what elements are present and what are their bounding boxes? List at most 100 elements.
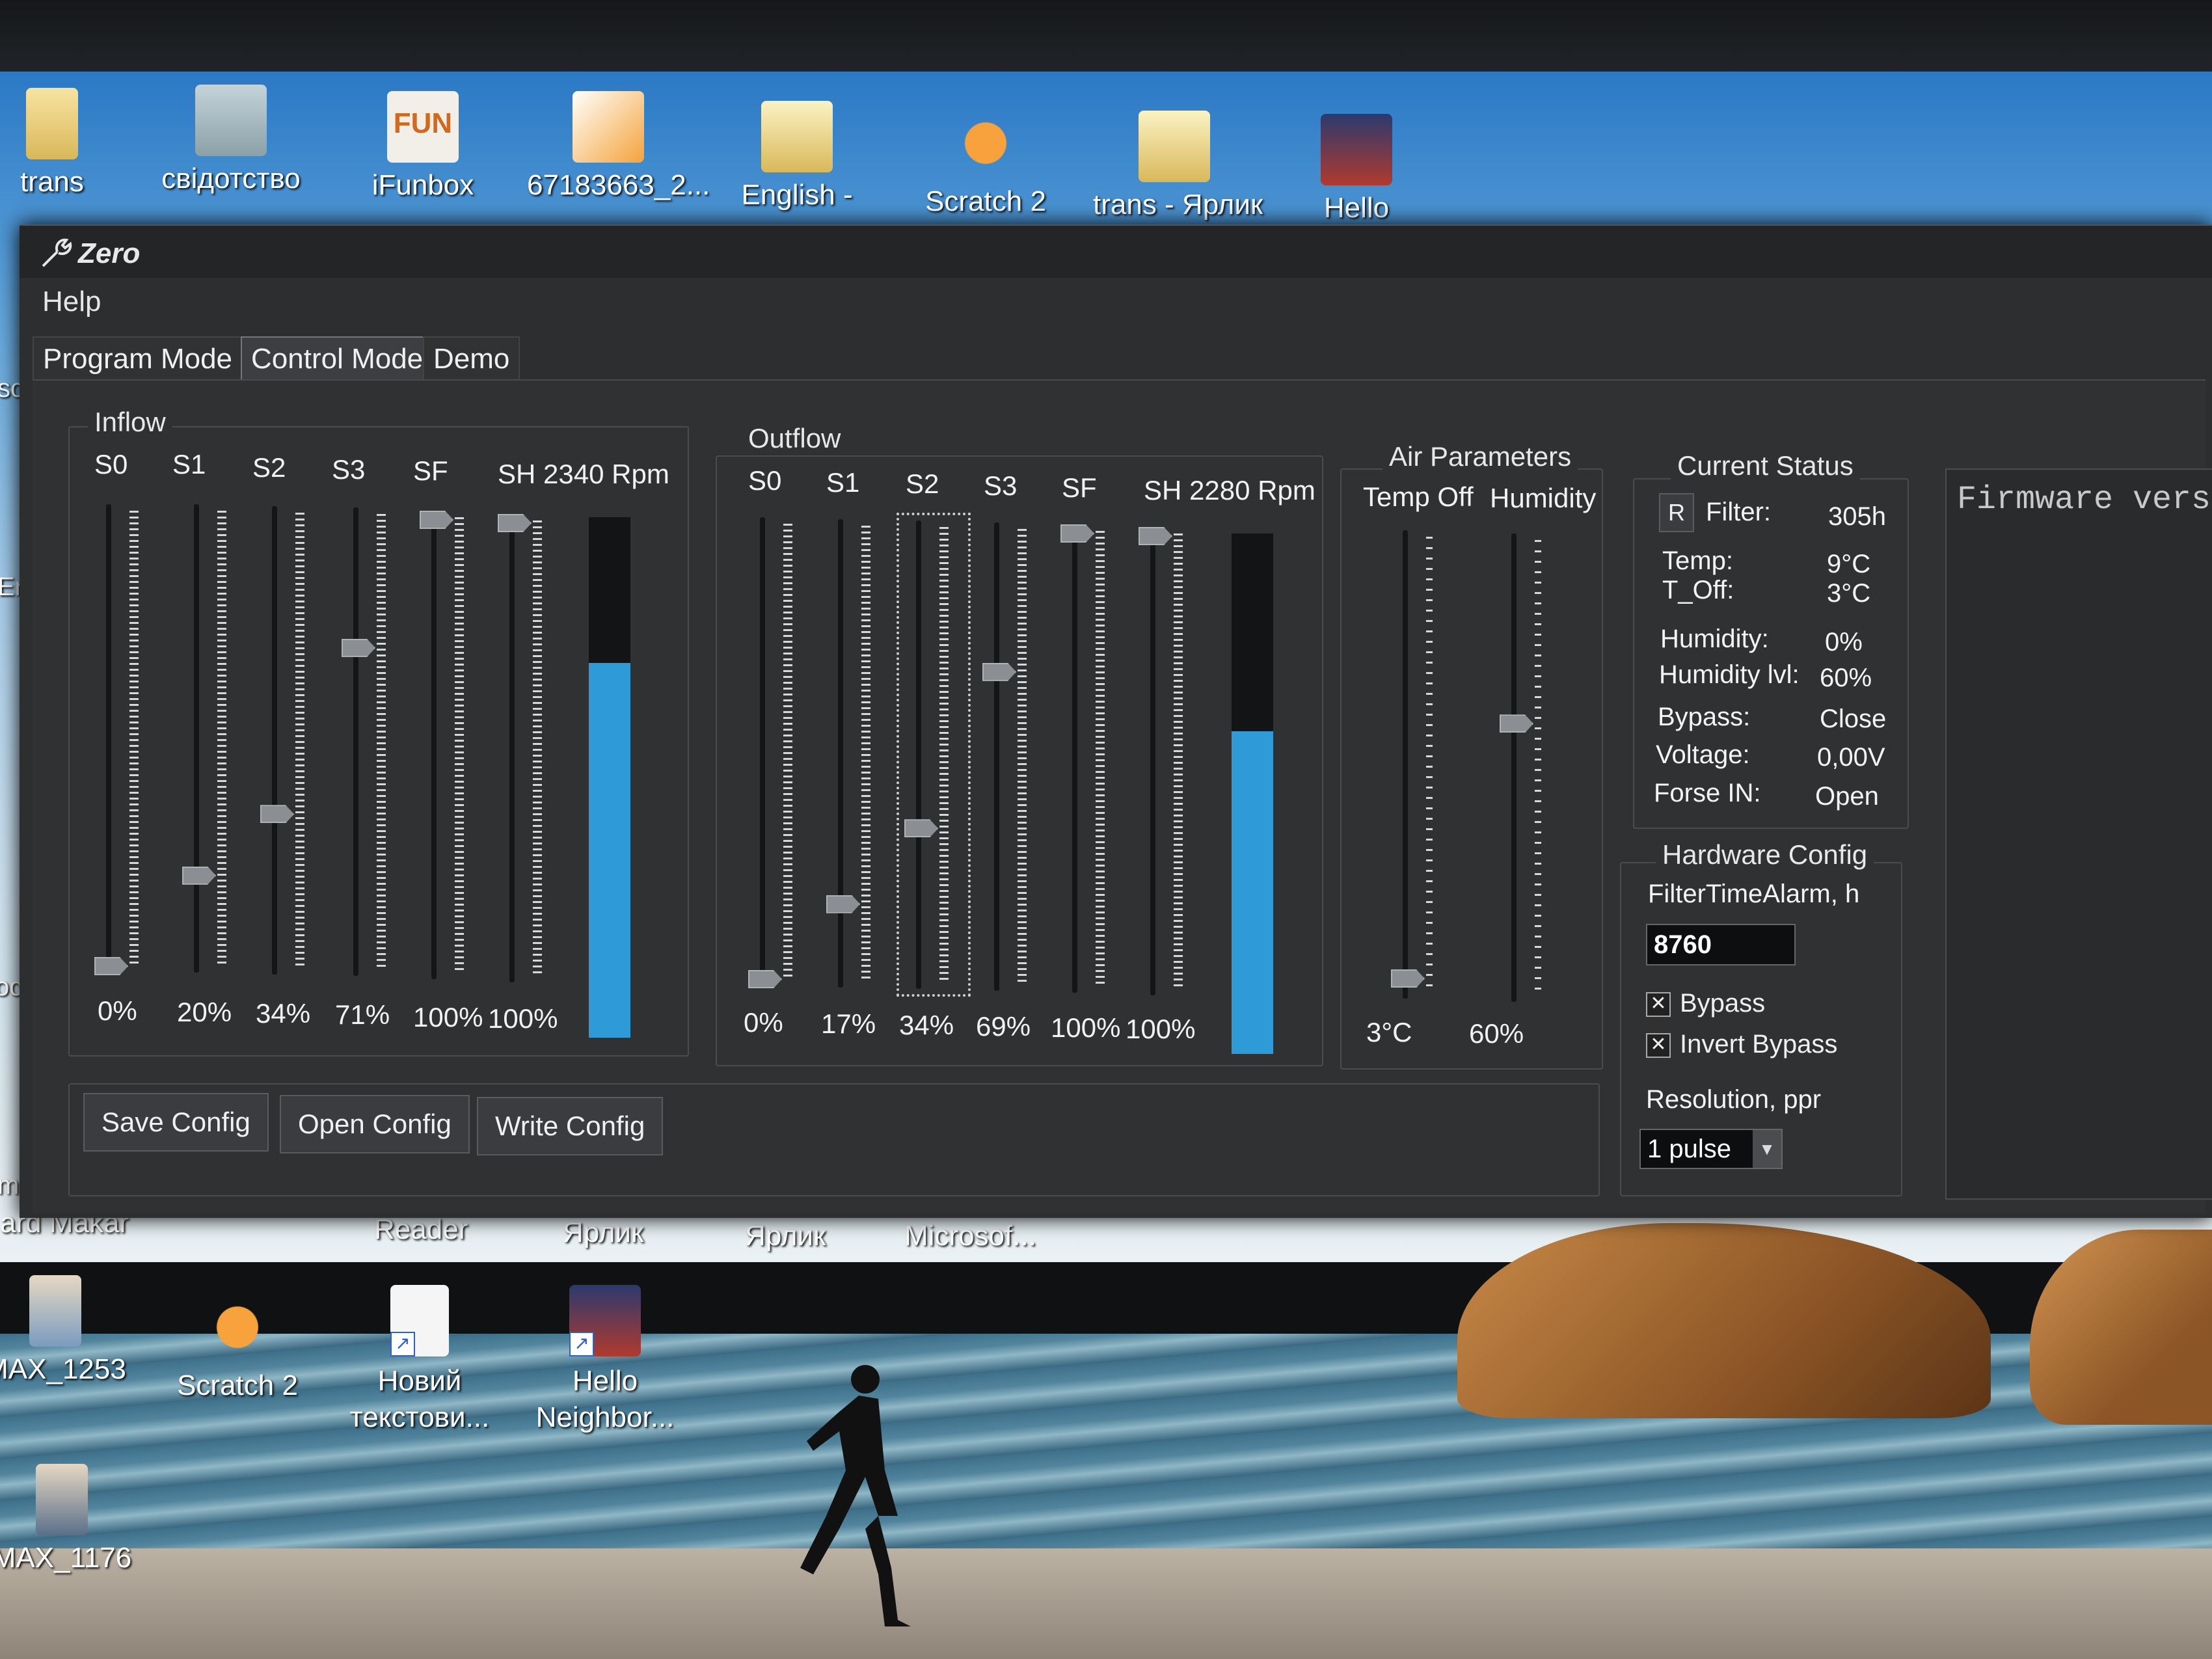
outflow-slider-s1[interactable]	[826, 519, 885, 988]
desktop-label: Reader	[374, 1213, 468, 1245]
slider-thumb[interactable]	[94, 957, 128, 975]
title-bar[interactable]: Zero	[20, 226, 2212, 278]
desktop-icon-67183663[interactable]: 67183663_2...	[527, 91, 710, 202]
desktop-icon-max1176[interactable]: MAX_1176	[0, 1464, 143, 1574]
desktop-icon-scratch2[interactable]: Scratch 2	[904, 107, 1067, 218]
slider-thumb[interactable]	[1500, 714, 1533, 733]
hardware-config-title: Hardware Config	[1656, 839, 1874, 870]
inflow-s0-value: 0%	[98, 995, 137, 1026]
inflow-s1-value: 20%	[177, 997, 232, 1027]
invert-bypass-checkbox[interactable]: ✕ Invert Bypass	[1646, 1030, 1837, 1059]
tab-demo[interactable]: Demo	[423, 336, 520, 382]
outflow-s2-label: S2	[906, 468, 939, 499]
slider-thumb[interactable]	[260, 805, 294, 824]
desktop-icon-hello-neighbor[interactable]: ↗ Hello Neighbor...	[524, 1285, 686, 1436]
slider-thumb[interactable]	[420, 511, 453, 529]
outflow-slider-s3[interactable]	[982, 522, 1041, 991]
inflow-slider-s3[interactable]	[342, 507, 400, 976]
tab-control-mode[interactable]: Control Mode	[241, 336, 434, 382]
firmware-log-panel[interactable]: Firmware vers	[1945, 468, 2212, 1200]
desktop-icon-english[interactable]: English -	[716, 101, 878, 211]
inflow-slider-sf[interactable]	[420, 511, 478, 979]
wrench-icon	[42, 238, 72, 267]
inflow-sh-label: SH 2340 Rpm	[498, 459, 669, 490]
outflow-slider-s2[interactable]	[897, 513, 971, 997]
folder-shortcut-icon	[1139, 111, 1210, 182]
checkbox-check-icon[interactable]: ✕	[1646, 1033, 1671, 1059]
status-forse-in-key: Forse IN:	[1654, 779, 1761, 807]
image-file-icon	[573, 91, 644, 163]
window-title: Zero	[78, 237, 141, 269]
inflow-sh-value: 100%	[488, 1003, 558, 1034]
menu-help[interactable]: Help	[42, 286, 101, 318]
inflow-title: Inflow	[88, 407, 172, 438]
humidity-slider[interactable]	[1500, 533, 1558, 1002]
outflow-sf-value: 100%	[1051, 1012, 1121, 1043]
slider-thumb[interactable]	[498, 514, 532, 532]
photo-file-icon	[36, 1464, 88, 1535]
resolution-select[interactable]: 1 pulse ▼	[1639, 1129, 1783, 1169]
desktop-label: Ярлик	[745, 1220, 826, 1252]
inflow-sh-name: SH	[498, 459, 536, 489]
slider-thumb[interactable]	[904, 819, 938, 838]
air-parameters-group	[1340, 468, 1603, 1070]
inflow-s0-label: S0	[94, 449, 128, 479]
outflow-s0-label: S0	[748, 465, 782, 496]
resolution-label: Resolution, ppr	[1646, 1085, 1822, 1114]
outflow-s0-value: 0%	[744, 1007, 783, 1038]
ifunbox-icon: FUN	[387, 91, 459, 163]
inflow-slider-s1[interactable]	[182, 504, 241, 973]
outflow-slider-sf[interactable]	[1060, 524, 1119, 993]
save-config-button[interactable]: Save Config	[83, 1093, 269, 1152]
status-voltage-value: 0,00V	[1817, 743, 1885, 772]
desktop-icon-new-text[interactable]: ↗ Новий текстови...	[338, 1285, 501, 1436]
slider-thumb[interactable]	[342, 638, 375, 657]
filter-reset-button[interactable]: R	[1659, 493, 1694, 532]
desktop-icon-trans-shortcut[interactable]: trans - Ярлик	[1093, 111, 1263, 221]
filter-alarm-input[interactable]	[1646, 924, 1796, 965]
outflow-slider-sh[interactable]	[1139, 527, 1197, 995]
desktop-icon-hello[interactable]: Hello	[1275, 114, 1438, 224]
chevron-down-icon[interactable]: ▼	[1753, 1130, 1781, 1168]
write-config-button[interactable]: Write Config	[477, 1097, 664, 1155]
wallpaper-sand	[0, 1548, 2212, 1659]
status-humidity-lvl-value: 60%	[1820, 664, 1872, 692]
checkbox-check-icon[interactable]: ✕	[1646, 992, 1671, 1018]
filter-alarm-label: FilterTimeAlarm, h	[1648, 880, 1860, 908]
slider-thumb[interactable]	[826, 895, 860, 913]
inflow-slider-sh[interactable]	[498, 514, 556, 982]
wallpaper-runner	[800, 1365, 911, 1626]
temp-off-slider[interactable]	[1391, 530, 1450, 999]
status-filter-value: 305h	[1828, 502, 1886, 531]
bypass-checkbox[interactable]: ✕ Bypass	[1646, 989, 1765, 1018]
desktop-label: Microsof...	[904, 1220, 1036, 1252]
slider-thumb[interactable]	[1060, 524, 1094, 543]
desktop-icon-max1253[interactable]: MAX_1253	[0, 1275, 137, 1386]
outflow-sh-name: SH	[1144, 475, 1182, 506]
desktop-icon-ifunbox[interactable]: FUN iFunbox	[342, 91, 504, 202]
scratch-cat-icon	[950, 107, 1021, 179]
desktop-icon-trans[interactable]: trans	[0, 88, 133, 198]
inflow-slider-s2[interactable]	[260, 506, 319, 975]
status-bypass-key: Bypass:	[1658, 703, 1751, 731]
temp-off-value: 3°C	[1366, 1017, 1412, 1047]
scratch-cat-icon	[202, 1291, 273, 1363]
inflow-slider-s0[interactable]	[94, 504, 153, 975]
status-forse-in-value: Open	[1815, 782, 1879, 811]
inflow-s2-label: S2	[252, 452, 286, 483]
slider-thumb[interactable]	[982, 662, 1016, 681]
status-filter-key: Filter:	[1706, 498, 1771, 526]
outflow-slider-s0[interactable]	[748, 517, 807, 988]
desktop-icon-certificate[interactable]: свідотство	[150, 85, 312, 195]
folder-shortcut-icon	[761, 101, 833, 172]
slider-thumb[interactable]	[1139, 527, 1172, 545]
slider-thumb[interactable]	[748, 970, 782, 988]
status-toff-key: T_Off:	[1662, 576, 1734, 604]
slider-thumb[interactable]	[182, 866, 216, 885]
slider-thumb[interactable]	[1391, 969, 1425, 988]
desktop-icon-scratch2-bottom[interactable]: Scratch 2	[156, 1291, 319, 1402]
tab-program-mode[interactable]: Program Mode	[33, 336, 243, 382]
open-config-button[interactable]: Open Config	[280, 1095, 470, 1153]
status-humidity-value: 0%	[1825, 628, 1863, 656]
status-humidity-key: Humidity:	[1660, 625, 1769, 653]
